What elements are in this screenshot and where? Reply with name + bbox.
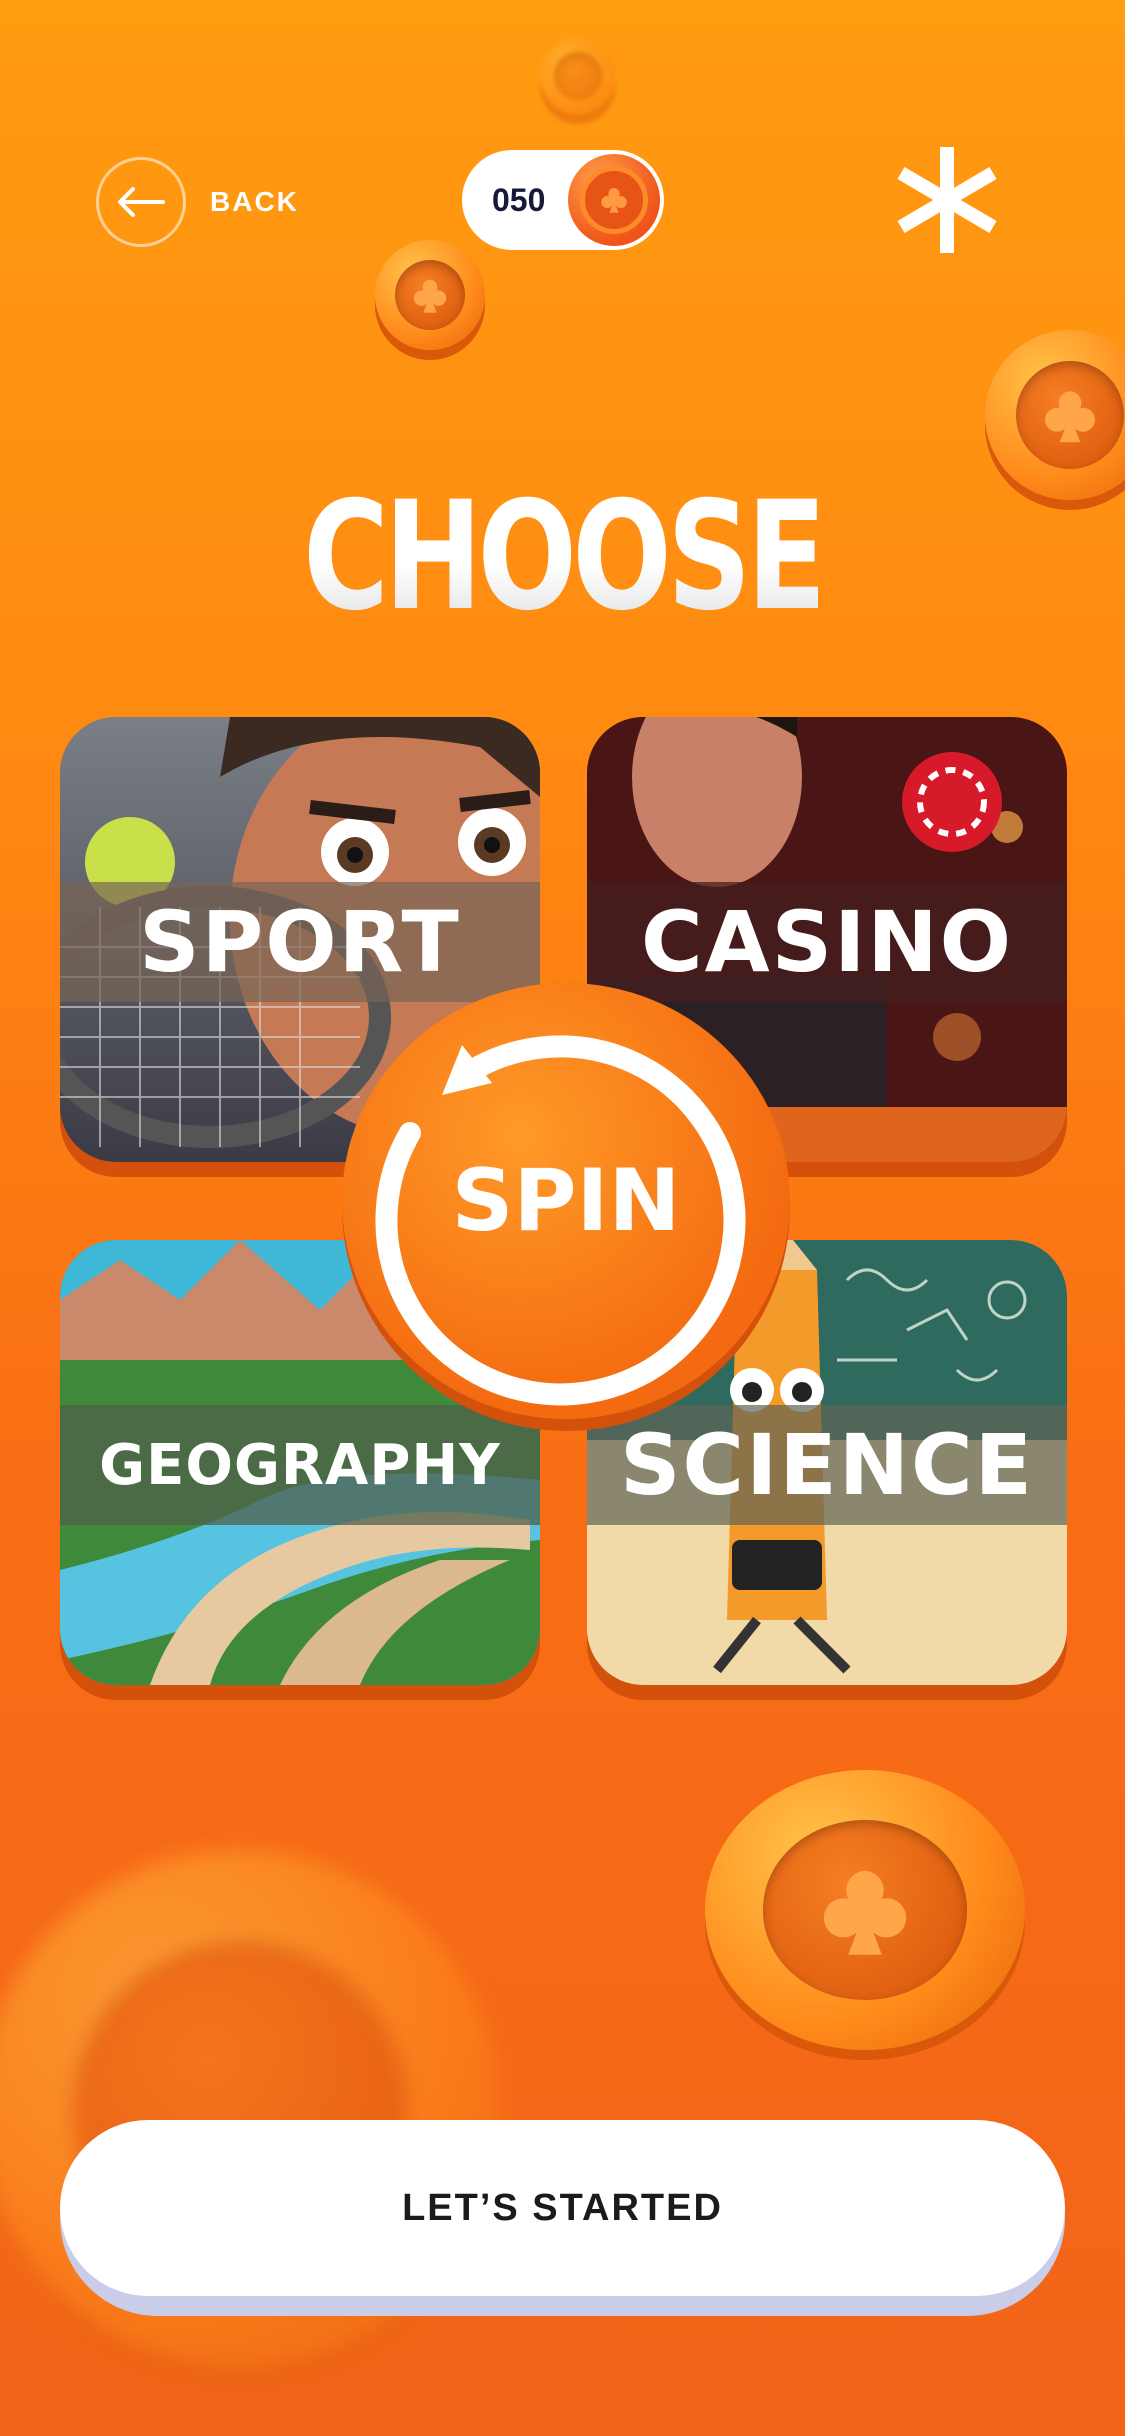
lets-started-label: LET’S STARTED <box>402 2186 723 2229</box>
coin-icon <box>568 154 660 246</box>
category-label-casino: CASINO <box>640 893 1014 991</box>
asterisk-icon[interactable] <box>890 143 1004 257</box>
spin-label: SPIN <box>451 1151 681 1251</box>
balance-value: 050 <box>492 181 546 218</box>
arrow-left-icon <box>96 157 186 247</box>
coin-balance: 050 <box>462 150 664 250</box>
back-button[interactable]: BACK <box>96 157 299 247</box>
spin-button[interactable]: SPIN <box>342 983 790 1431</box>
category-label-geography: GEOGRAPHY <box>99 1432 501 1498</box>
category-screen: BACK 050 CHOOSE SPORT CASINO GEOGRAPHY S… <box>0 0 1125 2436</box>
page-title: CHOOSE <box>124 470 1002 644</box>
category-label-science: SCIENCE <box>619 1416 1035 1514</box>
coin-decoration <box>985 330 1125 500</box>
back-label: BACK <box>210 186 299 217</box>
category-label-sport: SPORT <box>139 893 461 991</box>
coin-decoration <box>540 38 616 114</box>
category-label-band: GEOGRAPHY <box>60 1405 540 1525</box>
coin-decoration <box>375 240 485 350</box>
lets-started-button[interactable]: LET’S STARTED <box>60 2120 1065 2316</box>
category-label-band: SCIENCE <box>587 1405 1067 1525</box>
coin-decoration <box>705 1770 1025 2050</box>
